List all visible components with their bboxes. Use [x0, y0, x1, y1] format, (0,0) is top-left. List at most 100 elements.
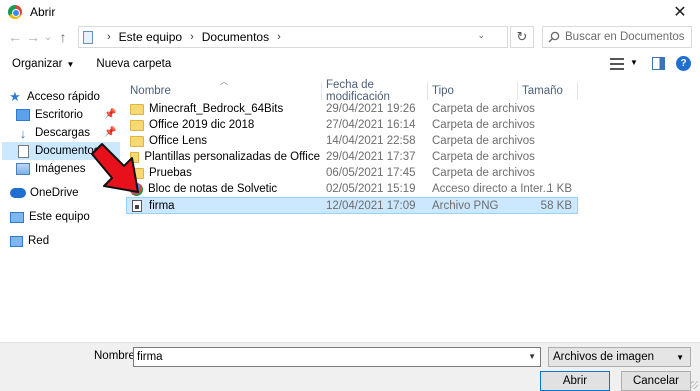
file-type: Carpeta de archivos — [432, 119, 535, 131]
cancel-button[interactable]: Cancelar — [621, 371, 691, 391]
file-date: 06/05/2021 17:45 — [326, 167, 416, 179]
file-row-bloc-de-notas[interactable]: Bloc de notas de Solvetic 02/05/2021 15:… — [126, 181, 578, 197]
sidebar-item-label: Acceso rápido — [27, 91, 100, 103]
navigation-pane: ★ Acceso rápido Escritorio 📌 ↓ Descargas… — [0, 80, 122, 380]
file-name: Office Lens — [149, 135, 207, 147]
file-name: Bloc de notas de Solvetic — [148, 183, 278, 195]
star-icon: ★ — [9, 89, 21, 104]
column-header-size[interactable]: Tamaño — [518, 82, 578, 100]
file-name: Minecraft_Bedrock_64Bits — [149, 103, 284, 115]
organize-label: Organizar — [12, 58, 63, 70]
file-row-pruebas[interactable]: Pruebas 06/05/2021 17:45 Carpeta de arch… — [126, 165, 578, 181]
search-input[interactable] — [565, 31, 685, 43]
chevron-down-icon: ▼ — [676, 353, 684, 362]
recent-locations-button[interactable]: ⌄ — [42, 27, 54, 47]
footer-panel: Nombre: ▼ Archivos de imagen ▼ Abrir Can… — [0, 342, 700, 391]
sidebar-item-label: Descargas — [35, 127, 90, 139]
file-type: Carpeta de archivos — [432, 167, 535, 179]
column-headers: Nombre Fecha de modificación Tipo Tamaño — [126, 79, 700, 103]
file-type: Carpeta de archivos — [432, 135, 535, 147]
chrome-icon — [8, 5, 22, 19]
images-icon — [16, 163, 30, 175]
file-size: 1 KB — [547, 183, 572, 195]
column-header-date[interactable]: Fecha de modificación — [322, 79, 428, 103]
file-date: 02/05/2021 15:19 — [326, 183, 416, 195]
window-title: Abrir — [30, 5, 56, 19]
file-row-firma[interactable]: firma 12/04/2021 17:09 Archivo PNG 58 KB — [126, 197, 578, 214]
back-button[interactable]: ← — [6, 27, 24, 47]
open-button[interactable]: Abrir — [540, 371, 610, 391]
column-header-type[interactable]: Tipo — [428, 82, 518, 100]
documents-icon — [18, 144, 29, 158]
file-row-plantillas[interactable]: Plantillas personalizadas de Office 29/0… — [126, 149, 578, 165]
breadcrumb-este-equipo[interactable]: Este equipo — [119, 30, 182, 44]
help-icon[interactable]: ? — [676, 56, 691, 71]
file-type: Carpeta de archivos — [432, 151, 535, 163]
file-name: firma — [149, 200, 175, 212]
file-date: 27/04/2021 16:14 — [326, 119, 416, 131]
file-type: Acceso directo a Inter... — [432, 183, 553, 195]
sidebar-item-label: Escritorio — [35, 109, 83, 121]
file-name-input[interactable] — [134, 351, 514, 363]
sidebar-item-label: OneDrive — [30, 187, 79, 199]
address-bar[interactable]: › Este equipo › Documentos › ⌄ — [78, 26, 508, 48]
file-date: 12/04/2021 17:09 — [326, 200, 416, 212]
network-icon — [10, 235, 23, 247]
preview-pane-icon[interactable] — [652, 57, 665, 70]
chevron-down-icon[interactable]: ▼ — [528, 352, 536, 361]
folder-icon — [130, 119, 144, 131]
close-button[interactable]: ✕ — [660, 0, 700, 24]
file-row-office-2019[interactable]: Office 2019 dic 2018 27/04/2021 16:14 Ca… — [126, 117, 578, 133]
search-box[interactable] — [542, 26, 692, 48]
pin-icon[interactable]: 📌 — [104, 109, 116, 120]
file-date: 14/04/2021 22:58 — [326, 135, 416, 147]
location-icon — [83, 30, 93, 44]
sidebar-item-este-equipo[interactable]: Este equipo — [10, 208, 120, 226]
toolbar: Organizar ▼ Nueva carpeta ▼ ? — [0, 52, 700, 76]
file-row-office-lens[interactable]: Office Lens 14/04/2021 22:58 Carpeta de … — [126, 133, 578, 149]
file-size: 58 KB — [540, 200, 572, 212]
sidebar-item-red[interactable]: Red — [10, 232, 120, 250]
sidebar-item-acceso-rapido[interactable]: ★ Acceso rápido — [8, 88, 118, 106]
refresh-button[interactable]: ↻ — [510, 26, 534, 48]
desktop-icon — [16, 109, 30, 121]
annotation-arrow-icon — [91, 143, 139, 193]
sidebar-item-label: Imágenes — [35, 163, 86, 175]
file-name-field[interactable]: ▼ — [133, 347, 541, 367]
file-type-select[interactable]: Archivos de imagen ▼ — [548, 347, 691, 367]
cloud-icon — [10, 188, 26, 198]
address-row: ← → ⌄ ↑ › Este equipo › Documentos › ⌄ ↻ — [0, 24, 700, 50]
breadcrumb-documentos[interactable]: Documentos — [202, 30, 269, 44]
new-folder-button[interactable]: Nueva carpeta — [90, 58, 177, 70]
sidebar-item-label: Este equipo — [29, 211, 90, 223]
file-name: Plantillas personalizadas de Office — [144, 151, 320, 163]
file-type: Archivo PNG — [432, 200, 499, 212]
breadcrumb-separator: › — [277, 31, 281, 43]
file-list: ︿ Nombre Fecha de modificación Tipo Tama… — [126, 76, 700, 366]
chevron-down-icon[interactable]: ▼ — [630, 58, 638, 67]
resize-grip-icon[interactable] — [690, 381, 698, 389]
title-bar: Abrir ✕ — [0, 0, 700, 24]
file-row-minecraft[interactable]: Minecraft_Bedrock_64Bits 29/04/2021 19:2… — [126, 101, 578, 117]
file-date: 29/04/2021 17:37 — [326, 151, 416, 163]
breadcrumb-separator: › — [107, 31, 111, 43]
folder-icon — [130, 103, 144, 115]
file-name: Pruebas — [149, 167, 192, 179]
file-name: Office 2019 dic 2018 — [149, 119, 255, 131]
forward-button[interactable]: → — [24, 27, 42, 47]
file-type-value: Archivos de imagen — [553, 351, 654, 363]
column-header-name[interactable]: Nombre — [126, 82, 322, 100]
organize-button[interactable]: Organizar ▼ — [6, 58, 80, 70]
file-name-label: Nombre: — [94, 350, 139, 362]
address-dropdown-icon[interactable]: ⌄ — [477, 30, 485, 41]
breadcrumb-separator: › — [190, 31, 194, 43]
up-button[interactable]: ↑ — [54, 27, 72, 47]
file-date: 29/04/2021 19:26 — [326, 103, 416, 115]
pin-icon[interactable]: 📌 — [104, 127, 116, 138]
file-type: Carpeta de archivos — [432, 103, 535, 115]
download-icon: ↓ — [19, 125, 27, 141]
view-options-icon[interactable] — [610, 58, 624, 70]
sidebar-item-label: Red — [28, 235, 50, 247]
search-icon — [543, 31, 565, 43]
chevron-down-icon: ▼ — [66, 60, 75, 69]
